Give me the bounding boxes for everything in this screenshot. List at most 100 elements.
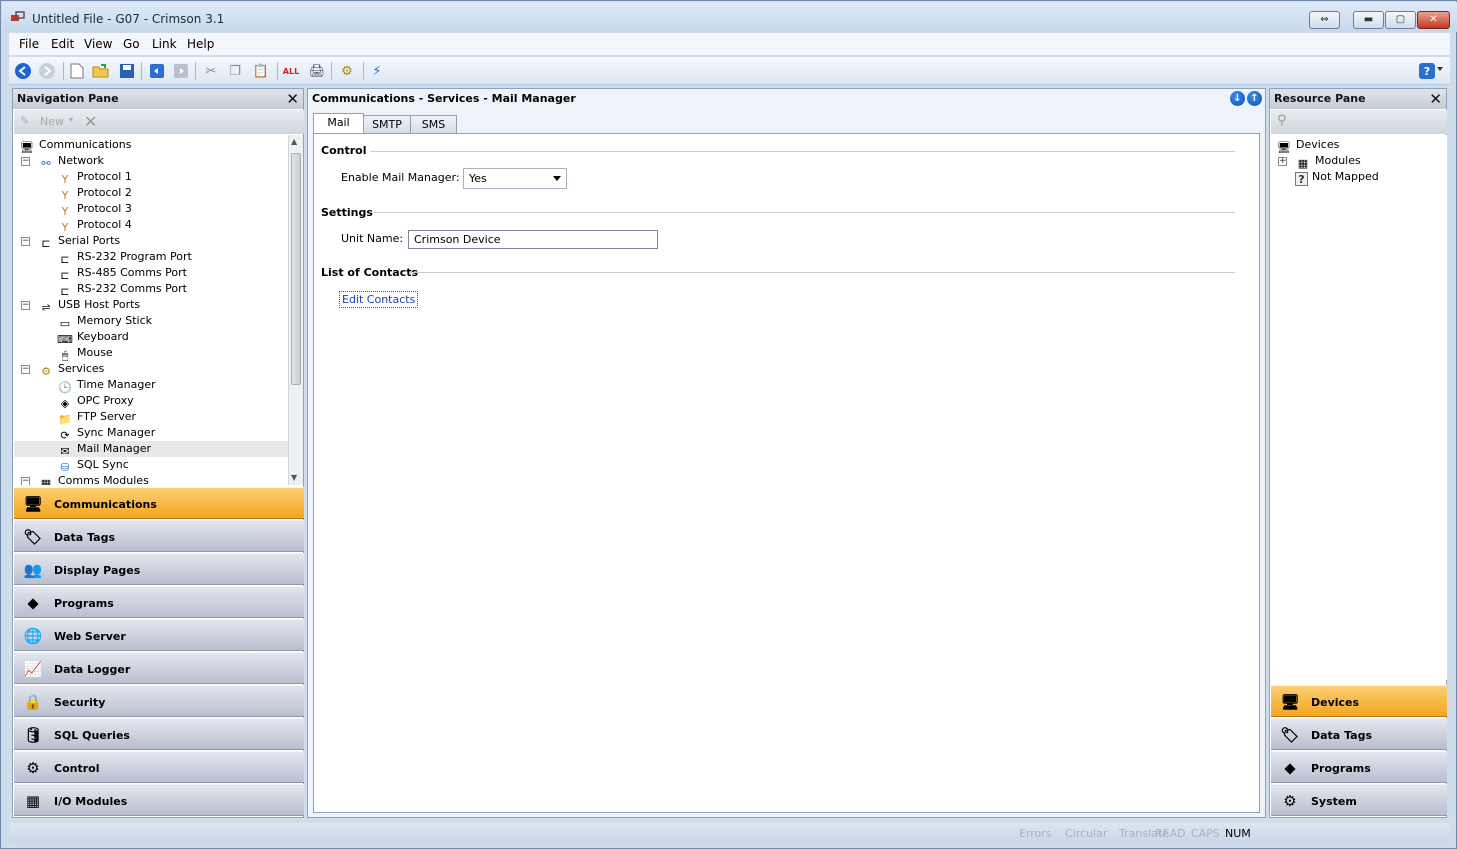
edit-contacts-button[interactable]: Edit Contacts (339, 291, 419, 308)
tree-item[interactable]: ⌨ Keyboard (57, 329, 129, 346)
link-icon[interactable]: ⚙ (337, 61, 357, 81)
tree-item[interactable]: 🕒 Time Manager (57, 377, 156, 394)
tree-item[interactable]: ▭ Memory Stick (57, 313, 152, 330)
paste-icon[interactable]: 📋 (251, 61, 271, 81)
tree-item[interactable]: Y Protocol 2 (57, 185, 132, 202)
usb-icon: ⇌ (41, 301, 51, 314)
scroll-down-icon[interactable]: ▼ (291, 473, 297, 482)
delete-icon[interactable]: ✕ (84, 112, 97, 131)
collapse-icon[interactable]: − (21, 237, 30, 246)
scroll-up-icon[interactable]: ▲ (291, 137, 297, 146)
title-bar: Untitled File - G07 - Crimson 3.1 ⇔ ▬ ▢ … (2, 2, 1457, 32)
resource-tree-item[interactable]: ▦ Modules (1295, 153, 1361, 170)
arrow-down-icon[interactable]: ↓ (1230, 91, 1245, 106)
resource-pane-title: Resource Pane (1274, 92, 1366, 105)
scroll-thumb[interactable] (291, 153, 301, 385)
redo-icon[interactable] (171, 61, 191, 81)
section-sql-queries[interactable]: 🛢 SQL Queries (14, 718, 304, 750)
close-button[interactable]: ✕ (1417, 11, 1450, 29)
new-button[interactable]: New (40, 115, 64, 128)
tab-mail[interactable]: Mail (313, 113, 364, 135)
menu-edit[interactable]: Edit (51, 37, 74, 51)
find-all-icon[interactable]: ALL (281, 61, 301, 81)
menu-go[interactable]: Go (123, 37, 140, 51)
tab-sms[interactable]: SMS (410, 115, 457, 134)
restore-icon[interactable]: ⇔ (1309, 11, 1340, 29)
enable-mail-manager-select[interactable]: Yes (463, 168, 567, 189)
tree-item[interactable]: ⊏ Serial Ports (38, 233, 120, 250)
section-communications[interactable]: 🖥 Communications (14, 487, 304, 519)
status-num: NUM (1225, 827, 1251, 840)
section-control[interactable]: ⚙ Control (14, 751, 304, 783)
resource-section-data-tags[interactable]: 🏷 Data Tags (1271, 718, 1447, 750)
menu-file[interactable]: File (19, 37, 39, 51)
expand-icon[interactable]: + (1278, 157, 1287, 166)
undo-icon[interactable] (147, 61, 167, 81)
tree-item[interactable]: 📁 FTP Server (57, 409, 136, 426)
resource-section-label: System (1311, 795, 1357, 808)
tree-item-label: Sync Manager (77, 426, 156, 439)
section-data-tags[interactable]: 🏷 Data Tags (14, 520, 304, 552)
tree-item[interactable]: ⊏ RS-232 Comms Port (57, 281, 187, 298)
tree-item[interactable]: ◈ OPC Proxy (57, 393, 134, 410)
section-display-pages[interactable]: 👥 Display Pages (14, 553, 304, 585)
new-file-icon[interactable] (67, 61, 87, 81)
section-label: Security (54, 696, 106, 709)
tree-item[interactable]: ✉ Mail Manager (14, 441, 288, 458)
tree-scrollbar[interactable]: ▲ ▼ (288, 135, 303, 485)
help-icon[interactable]: ? (1419, 63, 1435, 79)
back-icon[interactable] (13, 61, 33, 81)
tree-item[interactable]: ⊏ RS-485 Comms Port (57, 265, 187, 282)
forward-icon[interactable] (37, 61, 57, 81)
menu-help[interactable]: Help (187, 37, 214, 51)
tree-item[interactable]: Y Protocol 1 (57, 169, 132, 186)
open-folder-icon[interactable] (91, 61, 111, 81)
help-dropdown-icon[interactable] (1437, 67, 1443, 71)
tree-item[interactable]: ⚙ Services (38, 361, 104, 378)
resource-tree-item[interactable]: 🖥 Devices (1276, 137, 1339, 154)
search-icon[interactable]: ⚲ (1277, 113, 1287, 128)
tree-item[interactable]: Y Protocol 4 (57, 217, 132, 234)
arrow-up-icon[interactable]: ↑ (1247, 91, 1262, 106)
minimize-button[interactable]: ▬ (1353, 11, 1384, 29)
collapse-icon[interactable]: − (21, 477, 30, 485)
resource-section-programs[interactable]: ⬥ Programs (1271, 751, 1447, 783)
collapse-icon[interactable]: − (21, 157, 30, 166)
resource-section-devices[interactable]: 🖥 Devices (1271, 685, 1447, 717)
section-data-logger[interactable]: 📈 Data Logger (14, 652, 304, 684)
print-icon[interactable]: 🖨 (307, 61, 327, 81)
resource-tree-item[interactable]: ? Not Mapped (1295, 169, 1379, 186)
tree-item[interactable]: Y Protocol 3 (57, 201, 132, 218)
close-icon[interactable]: ✕ (286, 90, 299, 108)
section-i-o-modules[interactable]: ▦ I/O Modules (14, 784, 304, 816)
close-icon[interactable]: ✕ (1429, 90, 1442, 108)
tree-item[interactable]: 🖥 Communications (19, 137, 131, 154)
tree-item[interactable]: ⟳ Sync Manager (57, 425, 156, 442)
section-web-server[interactable]: 🌐 Web Server (14, 619, 304, 651)
tab-smtp[interactable]: SMTP (363, 115, 411, 134)
unit-name-input[interactable]: Crimson Device (408, 230, 658, 249)
status-read: READ (1155, 827, 1186, 840)
send-icon[interactable]: ⚡ (367, 61, 387, 81)
section-label: Control (54, 762, 100, 775)
menu-link[interactable]: Link (152, 37, 177, 51)
tree-item[interactable]: ⇌ USB Host Ports (38, 297, 140, 314)
tree-item[interactable]: ▦ Comms Modules (38, 473, 149, 485)
tree-item[interactable]: 🖱 Mouse (57, 345, 113, 362)
maximize-button[interactable]: ▢ (1385, 11, 1416, 29)
group-divider (373, 212, 1235, 213)
resource-section-system[interactable]: ⚙ System (1271, 784, 1447, 816)
cut-icon[interactable]: ✂ (201, 61, 221, 81)
menu-bar: File Edit View Go Link Help (9, 33, 1450, 55)
save-icon[interactable] (117, 61, 137, 81)
section-programs[interactable]: ⬥ Programs (14, 586, 304, 618)
toolbar: ✂ ❐ 📋 ALL 🖨 ⚙ ⚡ ? (9, 57, 1450, 85)
tree-item[interactable]: ⛁ SQL Sync (57, 457, 128, 474)
collapse-icon[interactable]: − (21, 301, 30, 310)
copy-icon[interactable]: ❐ (225, 61, 245, 81)
tree-item[interactable]: ⚯ Network (38, 153, 104, 170)
tree-item[interactable]: ⊏ RS-232 Program Port (57, 249, 191, 266)
menu-view[interactable]: View (84, 37, 112, 51)
collapse-icon[interactable]: − (21, 365, 30, 374)
section-security[interactable]: 🔒 Security (14, 685, 304, 717)
